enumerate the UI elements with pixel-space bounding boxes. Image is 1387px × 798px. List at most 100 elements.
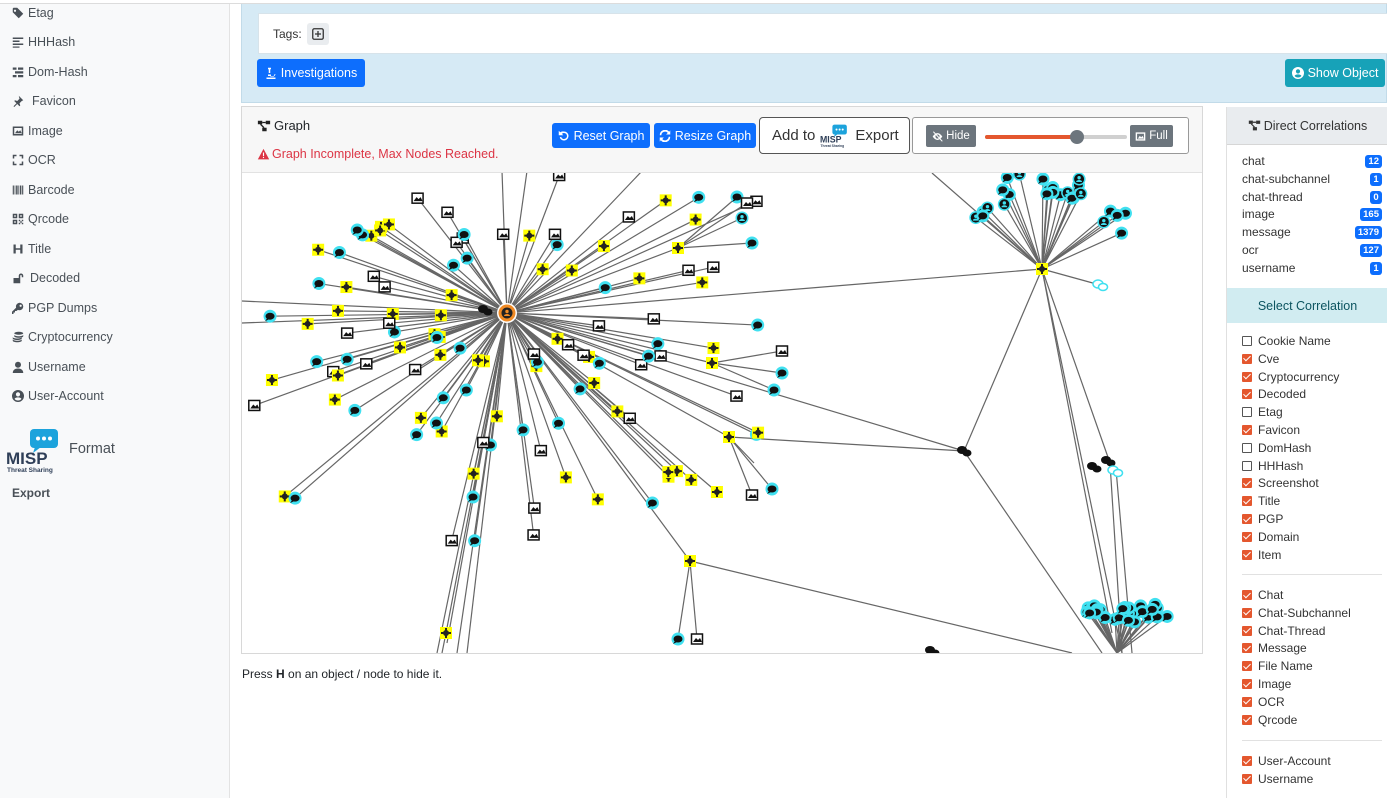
sidebar-item-barcode[interactable]: Barcode [11, 180, 75, 200]
chat-node[interactable] [1101, 456, 1116, 467]
checkbox[interactable] [1242, 514, 1252, 524]
sidebar-export-link[interactable]: Export [12, 486, 50, 500]
item-node[interactable] [551, 332, 564, 345]
filter-hhhash[interactable]: HHHash [1242, 458, 1303, 474]
sidebar-item-username[interactable]: Username [11, 357, 86, 377]
message-node[interactable] [692, 190, 706, 204]
message-node[interactable] [350, 223, 364, 237]
filter-file-name[interactable]: File Name [1242, 658, 1313, 674]
message-node[interactable] [430, 331, 444, 345]
message-node[interactable] [642, 349, 656, 363]
filter-pgp[interactable]: PGP [1242, 511, 1283, 527]
checkbox[interactable] [1242, 607, 1252, 618]
message-node[interactable] [775, 366, 789, 380]
image-node[interactable] [496, 228, 510, 241]
message-node[interactable] [1110, 208, 1124, 222]
item-node[interactable] [536, 263, 549, 276]
image-node[interactable] [622, 211, 636, 223]
image-node[interactable] [378, 281, 391, 293]
message-node[interactable] [552, 416, 566, 430]
chat-node[interactable] [1092, 279, 1109, 292]
image-node[interactable] [248, 399, 261, 412]
item-node[interactable] [331, 369, 344, 382]
image-node[interactable] [527, 529, 540, 541]
filter-message[interactable]: Message [1242, 640, 1307, 656]
message-node[interactable] [447, 258, 461, 272]
image-node[interactable] [445, 534, 458, 547]
message-node[interactable] [348, 403, 362, 417]
checkbox[interactable] [1242, 625, 1252, 636]
image-node[interactable] [527, 348, 541, 360]
investigations-button[interactable]: Investigations [257, 59, 365, 87]
message-node[interactable] [310, 355, 324, 369]
image-node[interactable] [408, 363, 422, 376]
checkbox[interactable] [1242, 371, 1252, 382]
checkbox[interactable] [1242, 756, 1252, 766]
message-node[interactable] [745, 236, 759, 250]
add-tag-button[interactable] [307, 23, 329, 45]
checkbox[interactable] [1242, 773, 1252, 784]
message-node[interactable] [976, 209, 990, 223]
image-node[interactable] [340, 327, 354, 339]
image-node[interactable] [647, 313, 661, 325]
message-node[interactable] [671, 632, 685, 646]
chat-node[interactable] [1087, 462, 1102, 473]
message-node[interactable] [1115, 226, 1129, 240]
user-node[interactable] [1012, 173, 1026, 181]
image-node[interactable] [528, 502, 541, 514]
slider-handle[interactable] [1070, 130, 1085, 144]
message-node[interactable] [460, 251, 474, 265]
sidebar-item-user-account[interactable]: User-Account [11, 386, 104, 406]
checkbox[interactable] [1242, 549, 1252, 560]
sidebar-item-hhhash[interactable]: HHHash [11, 32, 75, 52]
item-node[interactable] [340, 281, 353, 294]
message-node[interactable] [459, 383, 473, 397]
message-node[interactable] [598, 281, 612, 295]
filter-image[interactable]: Image [1242, 676, 1291, 692]
filter-screenshot[interactable]: Screenshot [1242, 475, 1319, 491]
message-node[interactable] [1121, 613, 1135, 627]
full-button[interactable]: Full [1130, 125, 1173, 147]
message-node[interactable] [996, 183, 1010, 197]
image-node[interactable] [561, 338, 575, 351]
item-node[interactable] [301, 317, 314, 330]
sidebar-item-title[interactable]: Title [11, 239, 51, 259]
filter-cookie-name[interactable]: Cookie Name [1242, 333, 1331, 349]
image-node[interactable] [740, 197, 754, 209]
item-node[interactable] [523, 229, 536, 242]
image-node[interactable] [441, 206, 454, 219]
filter-cve[interactable]: Cve [1242, 351, 1279, 367]
sidebar-item-ocr[interactable]: OCR [11, 150, 56, 170]
message-node[interactable] [1036, 173, 1050, 186]
sidebar-item-favicon[interactable]: Favicon [11, 91, 76, 111]
item-node[interactable] [414, 411, 427, 424]
message-node[interactable] [767, 383, 781, 397]
sidebar-item-decoded[interactable]: Decoded [11, 268, 80, 288]
item-node[interactable] [591, 493, 604, 506]
chat-node[interactable] [925, 646, 940, 653]
checkbox[interactable] [1242, 478, 1252, 489]
image-node[interactable] [730, 390, 743, 402]
item-node[interactable] [659, 194, 672, 207]
filter-cryptocurrency[interactable]: Cryptocurrency [1242, 369, 1339, 385]
image-node[interactable] [707, 261, 720, 273]
item-node[interactable] [394, 341, 407, 354]
checkbox[interactable] [1242, 590, 1252, 600]
item-node[interactable] [672, 242, 684, 254]
item-node[interactable] [559, 471, 572, 484]
filter-chat-subchannel[interactable]: Chat-Subchannel [1242, 605, 1351, 621]
image-node[interactable] [552, 173, 566, 182]
message-node[interactable] [1083, 606, 1097, 620]
checkbox[interactable] [1242, 714, 1252, 725]
user-node[interactable] [735, 211, 749, 225]
filter-decoded[interactable]: Decoded [1242, 386, 1306, 402]
image-node[interactable] [534, 444, 548, 457]
item-node[interactable] [611, 405, 624, 418]
image-node[interactable] [367, 270, 381, 283]
checkbox[interactable] [1242, 696, 1252, 707]
checkbox[interactable] [1242, 336, 1252, 346]
show-object-button[interactable]: Show Object [1285, 59, 1385, 87]
item-node[interactable] [707, 342, 720, 355]
reset-graph-button[interactable]: Reset Graph [552, 123, 650, 148]
image-node[interactable] [548, 228, 562, 241]
